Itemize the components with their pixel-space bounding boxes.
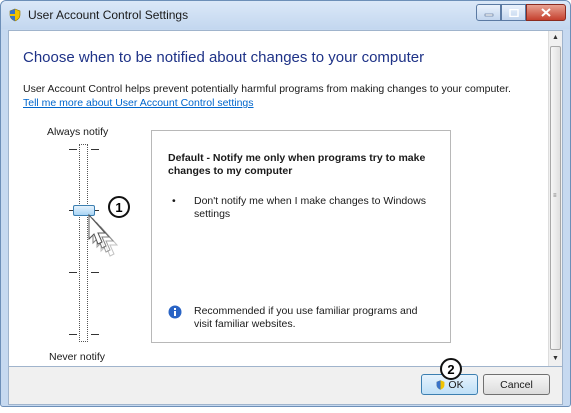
slider-tick	[69, 149, 77, 150]
scrollbar-thumb[interactable]: ≡	[550, 46, 561, 350]
callout-two: 2	[440, 358, 462, 380]
button-bar: OK Cancel	[8, 367, 563, 405]
vertical-scrollbar[interactable]: ▲ ≡ ▼	[548, 31, 562, 366]
slider-tick	[91, 334, 99, 335]
slider-tick	[69, 272, 77, 273]
ok-label: OK	[448, 378, 464, 391]
level-description-box: Default - Notify me only when programs t…	[151, 130, 451, 343]
help-link[interactable]: Tell me more about User Account Control …	[23, 97, 254, 109]
scroll-grip-icon: ≡	[553, 193, 557, 199]
info-icon	[168, 305, 194, 331]
page-heading: Choose when to be notified about changes…	[23, 49, 425, 66]
shield-icon	[436, 379, 445, 390]
maximize-button[interactable]	[501, 4, 526, 21]
always-notify-label: Always notify	[47, 126, 109, 138]
slider-tick	[91, 272, 99, 273]
title-bar[interactable]: User Account Control Settings	[1, 1, 570, 29]
recommendation-text: Recommended if you use familiar programs…	[194, 305, 418, 330]
slider-tick	[91, 149, 99, 150]
recommendation: Recommended if you use familiar programs…	[168, 305, 438, 331]
minimize-icon	[484, 13, 493, 16]
page-bottom	[0, 407, 571, 413]
bullet-icon: •	[172, 195, 176, 207]
maximize-icon	[508, 8, 519, 17]
cancel-label: Cancel	[500, 378, 533, 391]
uac-settings-window: User Account Control Settings Choose whe…	[0, 0, 571, 407]
level-title: Default - Notify me only when programs t…	[168, 152, 426, 177]
description-text: User Account Control helps prevent poten…	[23, 83, 511, 95]
never-notify-label: Never notify	[49, 351, 106, 363]
content-panel: Choose when to be notified about changes…	[8, 30, 563, 367]
close-button[interactable]	[526, 4, 566, 21]
mouse-cursor-icon	[88, 213, 119, 257]
shield-icon	[9, 8, 21, 22]
slider-tick	[69, 334, 77, 335]
level-bullet: • Don't notify me when I make changes to…	[168, 195, 438, 221]
close-icon	[541, 8, 551, 17]
level-bullet-text: Don't notify me when I make changes to W…	[194, 195, 426, 220]
scroll-up-arrow-icon[interactable]: ▲	[549, 31, 562, 45]
minimize-button[interactable]	[476, 4, 501, 21]
cancel-button[interactable]: Cancel	[483, 374, 550, 395]
window-controls	[476, 4, 566, 22]
scroll-down-arrow-icon[interactable]: ▼	[549, 352, 562, 366]
window-title: User Account Control Settings	[28, 8, 189, 22]
